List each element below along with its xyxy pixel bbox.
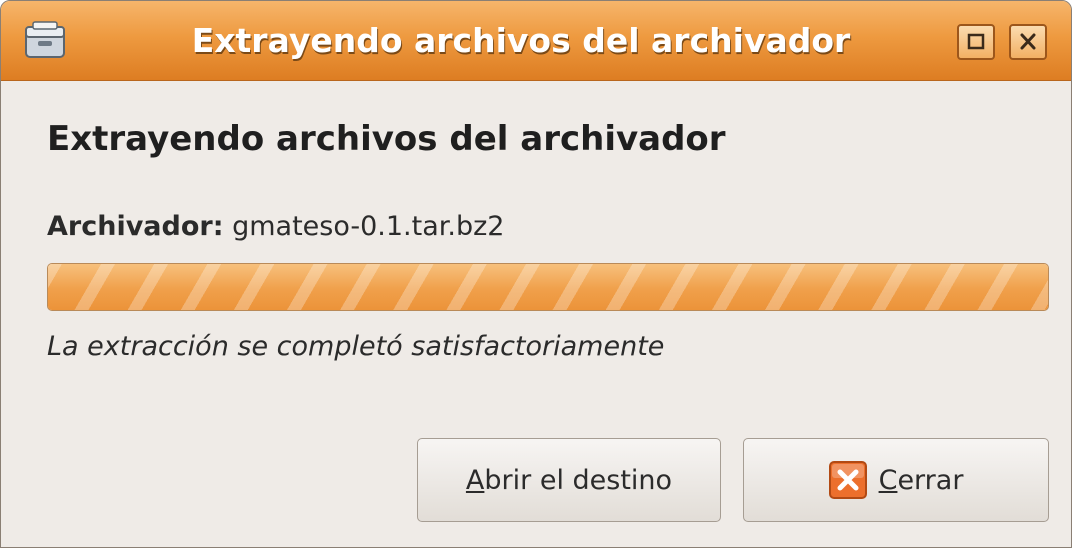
close-icon: [1020, 33, 1036, 50]
close-button[interactable]: Cerrar: [743, 438, 1049, 522]
close-button-label: errar: [897, 464, 964, 496]
extract-dialog-window: Extrayendo archivos del archivador Extra…: [0, 0, 1072, 548]
open-destination-button[interactable]: Abrir el destino: [417, 438, 721, 522]
title-bar[interactable]: Extrayendo archivos del archivador: [1, 1, 1071, 81]
extraction-progress-bar: [47, 263, 1049, 311]
progress-fill: [48, 264, 1048, 310]
open-button-label: brir el destino: [484, 464, 673, 496]
archive-label: Archivador:: [47, 211, 224, 242]
close-x-icon: [828, 461, 867, 499]
archive-info: Archivador: gmateso-0.1.tar.bz2: [47, 211, 504, 242]
close-button-mnemonic: C: [878, 464, 898, 496]
status-message: La extracción se completó satisfactoriam…: [47, 331, 665, 362]
open-button-mnemonic: A: [465, 464, 485, 496]
archive-manager-icon[interactable]: [23, 19, 67, 63]
window-title: Extrayendo archivos del archivador: [191, 21, 851, 60]
maximize-button[interactable]: [957, 24, 995, 60]
dialog-heading: Extrayendo archivos del archivador: [47, 119, 726, 159]
archive-name: gmateso-0.1.tar.bz2: [232, 211, 505, 242]
titlebar-close-button[interactable]: [1009, 24, 1047, 60]
maximize-icon: [967, 33, 985, 50]
